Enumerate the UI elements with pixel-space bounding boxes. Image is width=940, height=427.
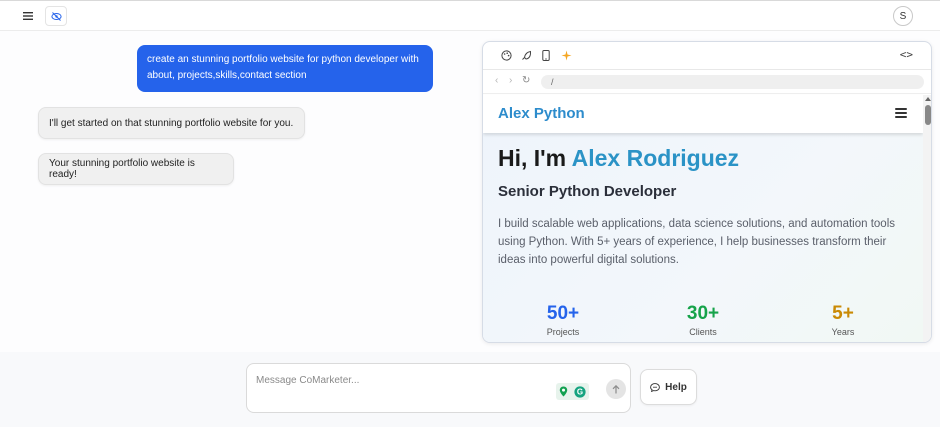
help-button[interactable]: Help <box>640 369 697 405</box>
mobile-icon[interactable] <box>539 48 553 62</box>
chat-bubble-icon <box>650 382 661 392</box>
site-preview: Alex Python Hi, I'm Alex Rodriguez Senio… <box>483 95 923 342</box>
stat-clients: 30+ Clients <box>663 303 743 337</box>
rocket-icon[interactable] <box>519 48 533 62</box>
preview-panel: <> ‹ › ↻ / Alex Python Hi, I'm Alex Rodr… <box>482 41 932 343</box>
svg-text:G: G <box>577 387 583 396</box>
stat-value: 50+ <box>546 303 580 324</box>
arrow-up-icon <box>612 384 620 393</box>
stat-value: 5+ <box>832 303 854 324</box>
user-message-bubble: create an stunning portfolio website for… <box>137 45 433 92</box>
code-view-toggle[interactable]: <> <box>900 48 913 61</box>
help-label: Help <box>665 381 687 393</box>
avatar[interactable]: S <box>893 6 913 26</box>
stat-years: 5+ Years <box>803 303 883 337</box>
message-input[interactable] <box>256 375 546 386</box>
reload-icon[interactable]: ↻ <box>522 75 530 86</box>
stat-projects: 50+ Projects <box>523 303 603 337</box>
hamburger-menu-icon[interactable] <box>20 8 36 24</box>
stat-label: Projects <box>546 327 580 337</box>
scroll-thumb[interactable] <box>925 105 931 125</box>
location-pin-icon[interactable] <box>559 386 568 397</box>
assistant-message-bubble: Your stunning portfolio website is ready… <box>38 153 234 185</box>
forward-arrow-icon[interactable]: › <box>509 75 512 86</box>
stat-label: Clients <box>689 327 717 337</box>
hero-name: Alex Rodriguez <box>571 145 740 171</box>
palette-icon[interactable] <box>499 48 513 62</box>
site-brand[interactable]: Alex Python <box>498 105 585 122</box>
preview-scrollbar[interactable] <box>923 95 931 342</box>
back-arrow-icon[interactable]: ‹ <box>495 75 498 86</box>
hero-prefix: Hi, I'm <box>498 145 572 171</box>
preview-toolbar: <> <box>483 42 931 70</box>
sparkle-icon[interactable] <box>559 48 573 62</box>
hero-title: Hi, I'm Alex Rodriguez <box>498 145 739 172</box>
top-bar: S <box>0 0 940 31</box>
stat-value: 30+ <box>686 303 720 324</box>
eye-off-icon <box>50 11 62 21</box>
grammarly-icon[interactable]: G <box>574 385 586 398</box>
scroll-up-icon[interactable] <box>925 97 931 101</box>
hide-preview-button[interactable] <box>45 6 67 26</box>
message-composer: G <box>246 363 631 413</box>
hero-description: I build scalable web applications, data … <box>498 218 895 266</box>
browser-nav-bar: ‹ › ↻ / <box>483 70 931 94</box>
send-button[interactable] <box>606 379 626 399</box>
url-bar[interactable]: / <box>541 75 924 89</box>
hero-subtitle: Senior Python Developer <box>498 183 677 200</box>
site-navbar: Alex Python <box>483 95 923 133</box>
assistant-message-bubble: I'll get started on that stunning portfo… <box>38 107 305 139</box>
stat-label: Years <box>831 327 855 337</box>
extension-icons: G <box>556 383 589 400</box>
site-menu-icon[interactable] <box>895 108 907 118</box>
